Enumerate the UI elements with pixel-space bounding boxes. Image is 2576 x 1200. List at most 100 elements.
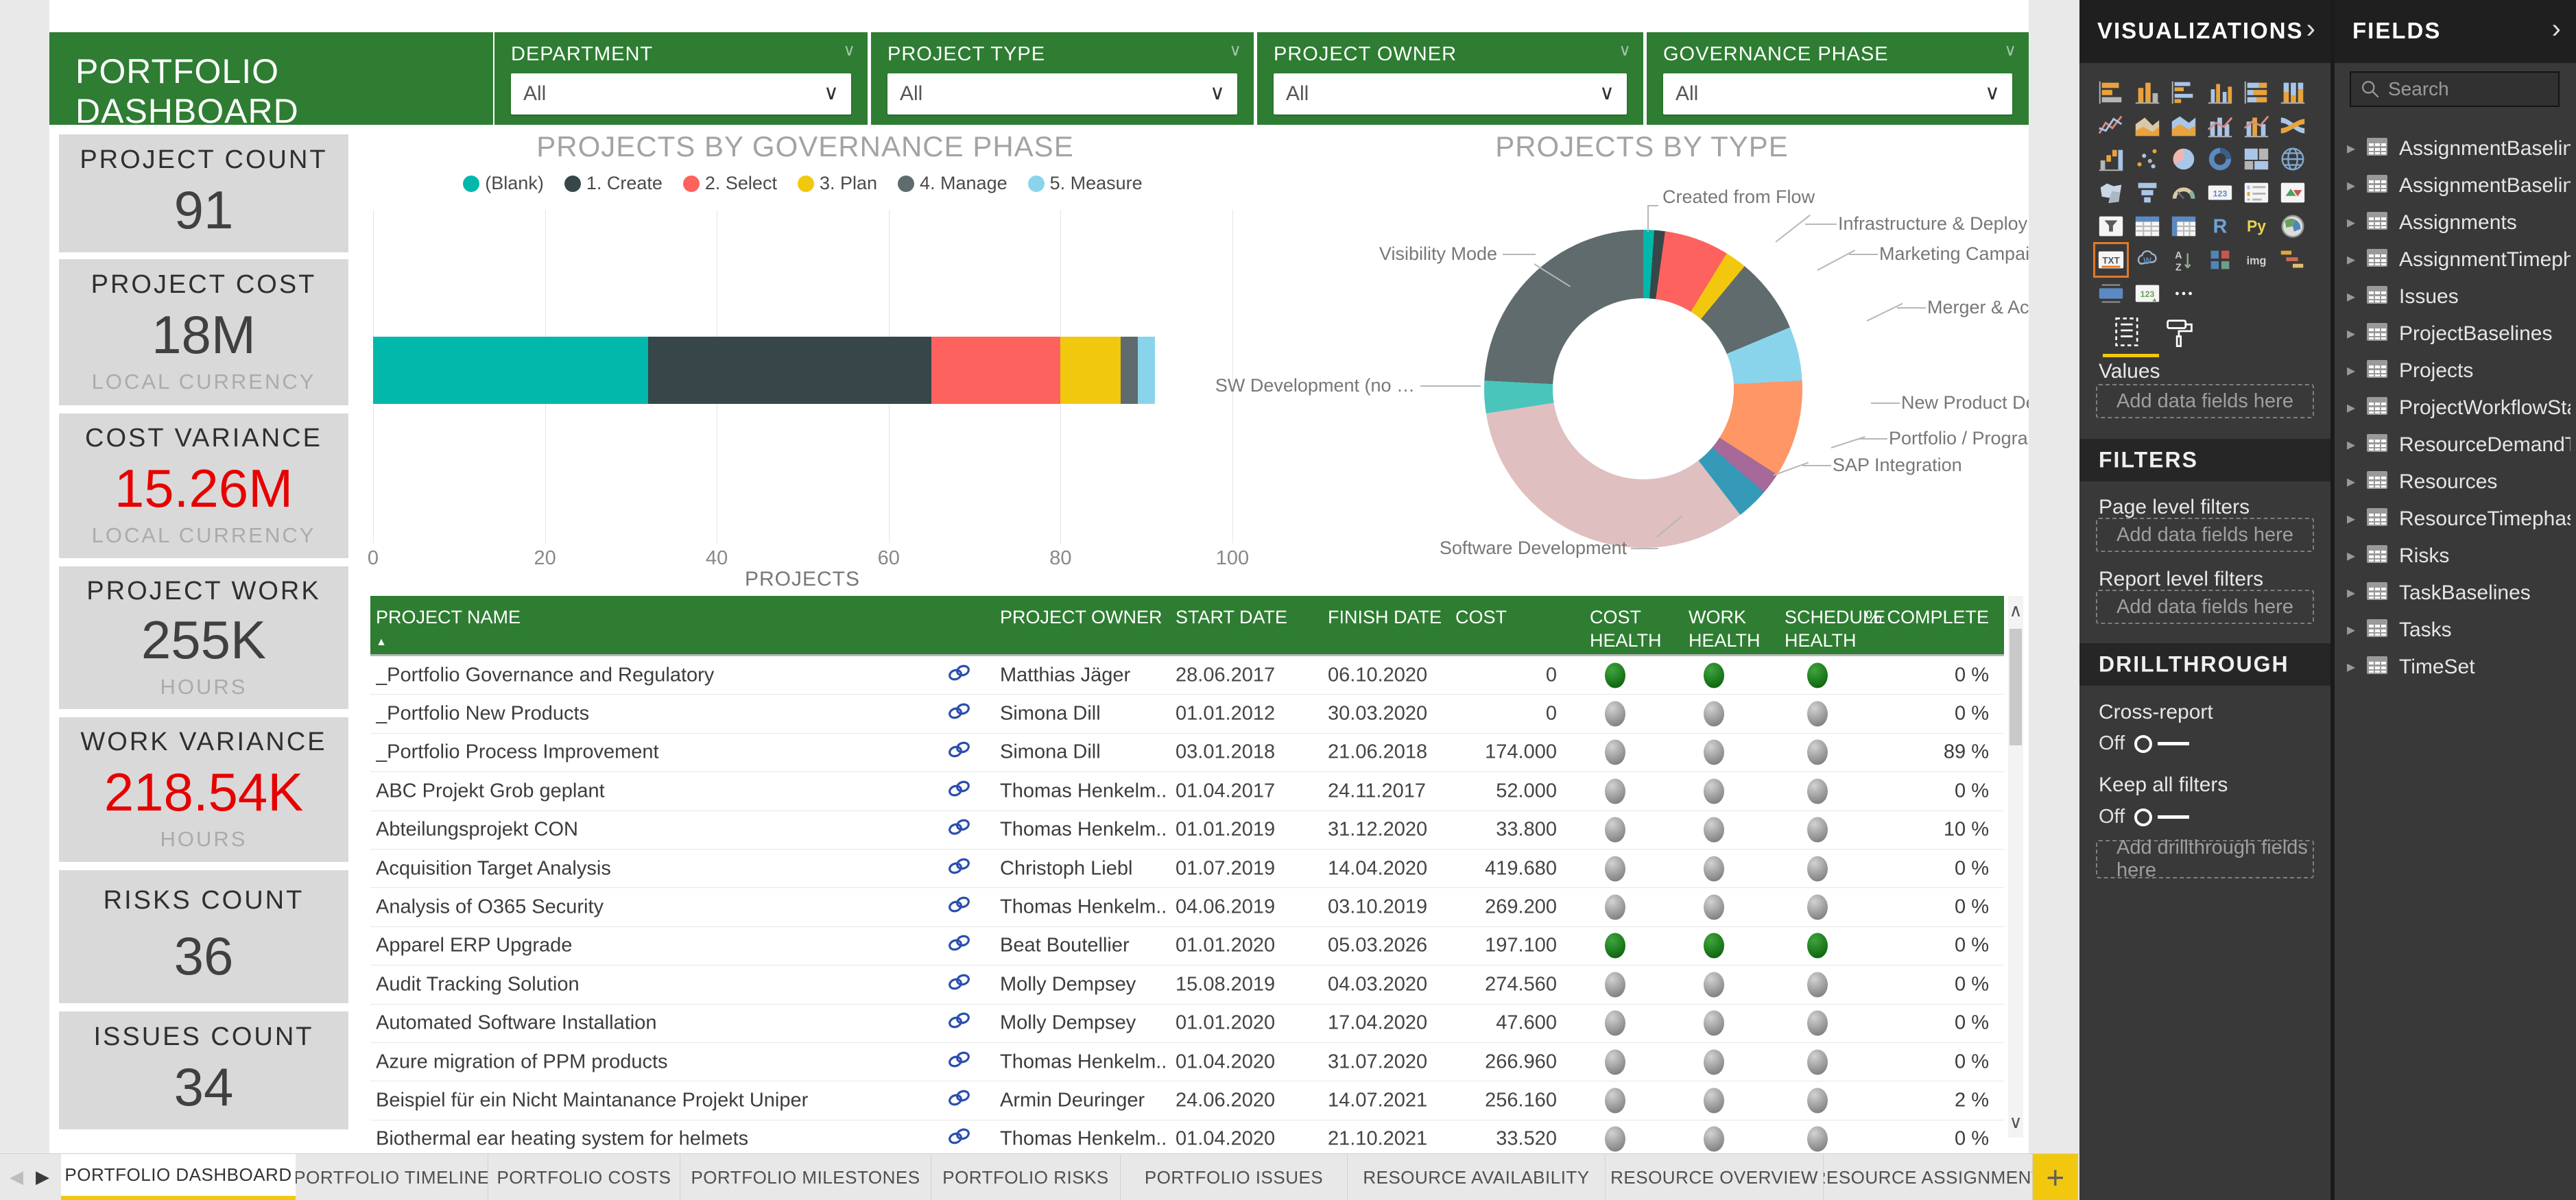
column-header[interactable]: COST <box>1455 605 1507 629</box>
add-page-button[interactable]: + <box>2033 1154 2078 1200</box>
fields-pane-tab[interactable] <box>2110 314 2145 350</box>
expand-table-icon[interactable]: ▸ <box>2347 546 2355 566</box>
donut-chart-icon[interactable] <box>2205 144 2235 174</box>
column-header[interactable]: WORK HEALTH <box>1689 605 1761 652</box>
funnel-icon[interactable] <box>2132 178 2162 208</box>
field-table-item[interactable]: ▸Resources <box>2335 464 2576 501</box>
bar-segment-4-manage[interactable] <box>1121 337 1138 404</box>
field-table-item[interactable]: ▸Assignments <box>2335 204 2576 241</box>
legend-item[interactable]: 2. Select <box>683 173 777 194</box>
next-page-arrow-icon[interactable]: ▶ <box>36 1166 49 1188</box>
table-row[interactable]: Biothermal ear heating system for helmet… <box>370 1120 2004 1153</box>
expand-table-icon[interactable]: ▸ <box>2347 139 2355 158</box>
legend-item[interactable]: (Blank) <box>463 173 544 194</box>
expand-table-icon[interactable]: ▸ <box>2347 435 2355 455</box>
scatter-chart-icon[interactable] <box>2132 144 2162 174</box>
hundred-percent-stacked-column-chart-icon[interactable] <box>2278 77 2308 107</box>
table-row[interactable]: _Portfolio New ProductsSimona Dill01.01.… <box>370 695 2004 733</box>
expand-table-icon[interactable]: ▸ <box>2347 361 2355 381</box>
slicer-header-chevron-icon[interactable]: ∨ <box>1619 40 1631 60</box>
image-icon[interactable]: img <box>2241 245 2271 275</box>
page-tab-portfolio-issues[interactable]: PORTFOLIO ISSUES <box>1121 1154 1348 1200</box>
scroller-icon[interactable] <box>2096 278 2126 309</box>
slicer-header-chevron-icon[interactable]: ∨ <box>2004 40 2016 60</box>
table-row[interactable]: ABC Projekt Grob geplantThomas Henkelm..… <box>370 772 2004 811</box>
table-row[interactable]: Acquisition Target AnalysisChristoph Lie… <box>370 850 2004 888</box>
table-row[interactable]: Beispiel für ein Nicht Maintanance Proje… <box>370 1081 2004 1120</box>
table-icon[interactable] <box>2132 211 2162 241</box>
keep-all-filters-toggle[interactable]: Off <box>2099 806 2189 828</box>
field-table-item[interactable]: ▸TaskBaselines <box>2335 575 2576 612</box>
stacked-column-chart-icon[interactable] <box>2132 77 2162 107</box>
python-visual-icon[interactable]: Py <box>2241 211 2271 241</box>
project-link-cell[interactable] <box>945 817 973 843</box>
expand-table-icon[interactable]: ▸ <box>2347 620 2355 640</box>
treemap-icon[interactable] <box>2241 144 2271 174</box>
filled-map-icon[interactable] <box>2096 178 2126 208</box>
waterfall-chart-icon[interactable] <box>2096 144 2126 174</box>
expand-table-icon[interactable]: ▸ <box>2347 287 2355 307</box>
column-header[interactable]: START DATE <box>1176 605 1287 629</box>
pie-chart-icon[interactable] <box>2169 144 2199 174</box>
scroll-up-icon[interactable]: ∧ <box>2009 600 2022 621</box>
cross-report-toggle[interactable]: Off <box>2099 732 2189 755</box>
matrix-icon[interactable] <box>2169 211 2199 241</box>
page-tab-resource-overview[interactable]: RESOURCE OVERVIEW <box>1606 1154 1824 1200</box>
hundred-percent-stacked-bar-chart-icon[interactable] <box>2241 77 2271 107</box>
table-row[interactable]: Analysis of O365 SecurityThomas Henkelm.… <box>370 888 2004 926</box>
bar-segment-1-create[interactable] <box>648 337 931 404</box>
donut-chart[interactable] <box>1484 230 1802 548</box>
gauge-icon[interactable] <box>2169 178 2199 208</box>
page-tab-portfolio-costs[interactable]: PORTFOLIO COSTS <box>488 1154 680 1200</box>
prev-page-arrow-icon[interactable]: ◀ <box>10 1166 23 1188</box>
word-cloud-icon[interactable]: W <box>2132 245 2162 275</box>
clustered-column-chart-icon[interactable] <box>2205 77 2235 107</box>
card-icon[interactable]: 123 <box>2205 178 2235 208</box>
legend-item[interactable]: 4. Manage <box>898 173 1007 194</box>
map-icon[interactable] <box>2278 144 2308 174</box>
legend-item[interactable]: 3. Plan <box>798 173 877 194</box>
shape-map-icon[interactable] <box>2278 211 2308 241</box>
bar-segment-5-measure[interactable] <box>1138 337 1155 404</box>
fields-search[interactable] <box>2350 71 2560 107</box>
project-link-cell[interactable] <box>945 1010 973 1036</box>
expand-table-icon[interactable]: ▸ <box>2347 472 2355 492</box>
page-filters-dropzone[interactable]: Add data fields here <box>2096 518 2314 552</box>
table-row[interactable]: Audit Tracking SolutionMolly Dempsey15.0… <box>370 965 2004 1004</box>
field-table-item[interactable]: ▸ResourceTimephase... <box>2335 501 2576 538</box>
project-link-cell[interactable] <box>945 972 973 998</box>
column-header[interactable]: COST HEALTH <box>1590 605 1662 652</box>
project-link-cell[interactable] <box>945 933 973 959</box>
project-link-cell[interactable] <box>945 894 973 920</box>
field-table-item[interactable]: ▸ProjectWorkflowSta... <box>2335 389 2576 427</box>
project-link-cell[interactable] <box>945 662 973 688</box>
slicer-header-chevron-icon[interactable]: ∨ <box>1229 40 1241 60</box>
expand-table-icon[interactable]: ▸ <box>2347 398 2355 418</box>
table-row[interactable]: Abteilungsprojekt CONThomas Henkelm...01… <box>370 811 2004 850</box>
project-link-cell[interactable] <box>945 1126 973 1152</box>
table-row[interactable]: _Portfolio Governance and RegulatoryMatt… <box>370 656 2004 695</box>
page-tab-portfolio-dashboard[interactable]: PORTFOLIO DASHBOARD <box>61 1154 296 1200</box>
legend-item[interactable]: 5. Measure <box>1028 173 1143 194</box>
drillthrough-fields-dropzone[interactable]: Add drillthrough fields here <box>2096 840 2314 878</box>
bar-segment--blank-[interactable] <box>373 337 648 404</box>
column-header[interactable]: FINISH DATE <box>1328 605 1442 629</box>
slicer-dropdown[interactable]: All∨ <box>887 73 1237 115</box>
gantt-chart-icon[interactable] <box>2278 245 2308 275</box>
table-scrollbar[interactable] <box>2008 596 2023 1138</box>
slicer-header-chevron-icon[interactable]: ∨ <box>843 40 855 60</box>
slicer-dropdown[interactable]: All∨ <box>1663 73 2012 115</box>
expand-table-icon[interactable]: ▸ <box>2347 176 2355 195</box>
report-filters-dropzone[interactable]: Add data fields here <box>2096 590 2314 624</box>
kpi-icon[interactable] <box>2278 178 2308 208</box>
page-tab-portfolio-risks[interactable]: PORTFOLIO RISKS <box>931 1154 1121 1200</box>
column-header[interactable]: % COMPLETE <box>1865 605 1989 629</box>
project-link-cell[interactable] <box>945 1049 973 1075</box>
page-tab-resource-assignment[interactable]: RESOURCE ASSIGNMENT <box>1824 1154 2033 1200</box>
field-table-item[interactable]: ▸TimeSet <box>2335 649 2576 686</box>
project-link-cell[interactable] <box>945 1088 973 1114</box>
search-input[interactable] <box>2387 77 2544 101</box>
field-table-item[interactable]: ▸AssignmentTimeph... <box>2335 241 2576 278</box>
field-table-item[interactable]: ▸Tasks <box>2335 612 2576 649</box>
more-options-icon[interactable] <box>2169 278 2199 309</box>
